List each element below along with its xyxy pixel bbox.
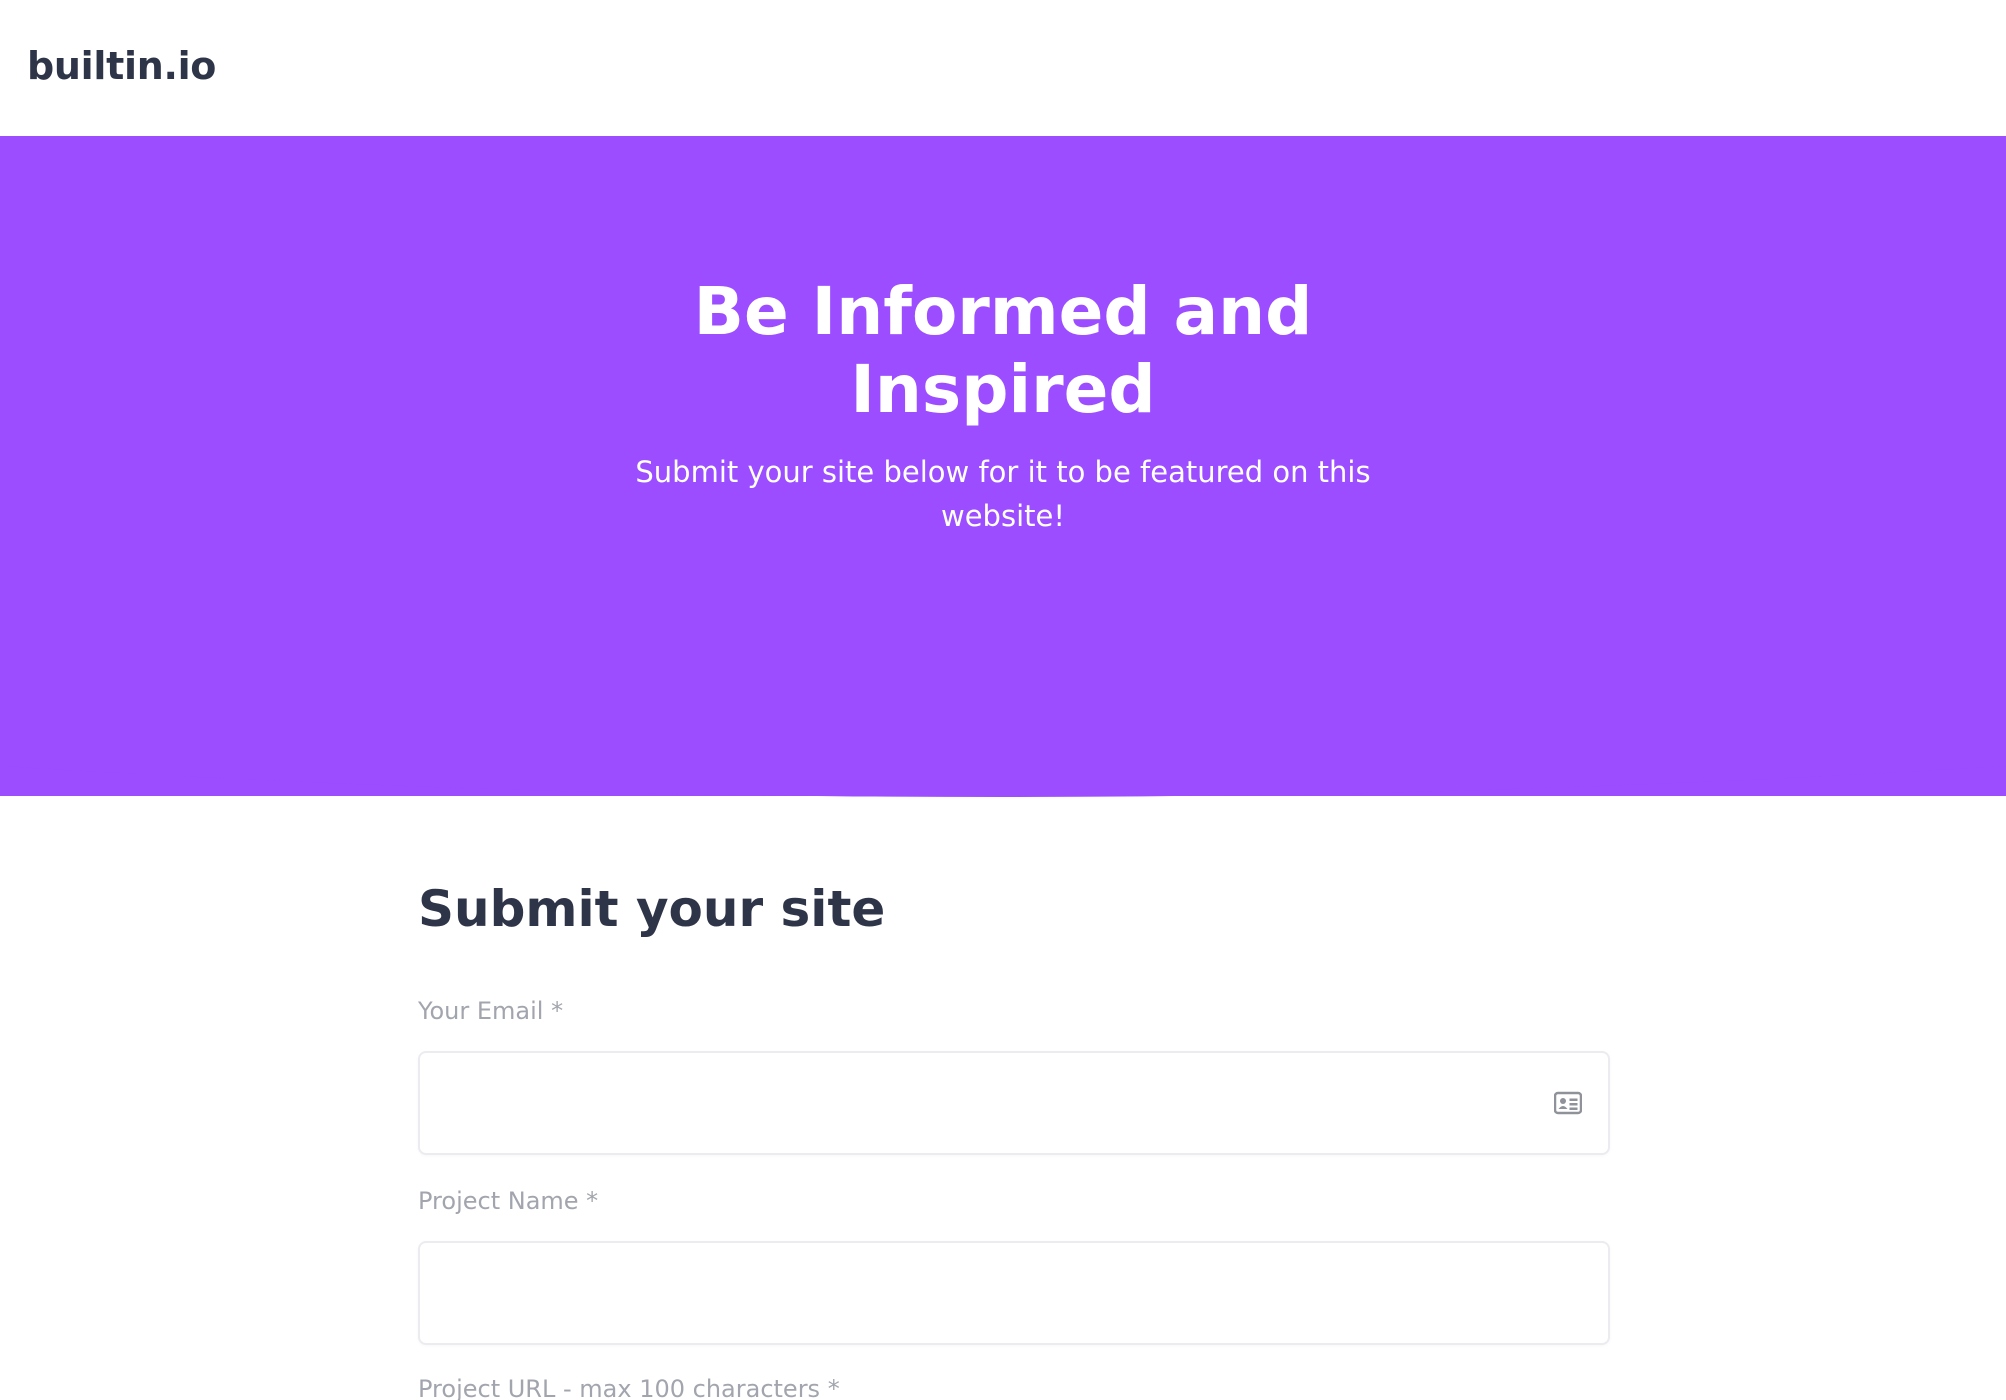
page: builtin.io Be Informed and Inspired Subm… — [0, 0, 2006, 1400]
project-name-input[interactable] — [420, 1243, 1608, 1343]
hero-subtitle: Submit your site below for it to be feat… — [0, 450, 2006, 538]
project-name-label: Project Name * — [418, 1187, 599, 1215]
project-name-field-wrapper — [418, 1241, 1610, 1345]
hero-title-line-1: Be Informed and — [693, 273, 1313, 350]
hero-subtitle-line-1: Submit your site below for it to be feat… — [635, 455, 1371, 489]
hero-title: Be Informed and Inspired — [0, 273, 2006, 429]
email-label: Your Email * — [418, 997, 564, 1025]
header: builtin.io — [0, 0, 2006, 136]
hero-subtitle-line-2: website! — [941, 499, 1065, 533]
email-input[interactable] — [420, 1053, 1608, 1153]
project-url-label: Project URL - max 100 characters * — [418, 1375, 840, 1400]
email-field-wrapper — [418, 1051, 1610, 1155]
logo-link[interactable]: builtin.io — [27, 44, 216, 88]
form-title: Submit your site — [418, 880, 886, 938]
hero-curve-shape — [0, 746, 2006, 797]
contact-card-icon — [1554, 1091, 1582, 1115]
hero-title-line-2: Inspired — [850, 351, 1156, 428]
submit-form: Submit your site Your Email * Project Na… — [418, 870, 1610, 1400]
